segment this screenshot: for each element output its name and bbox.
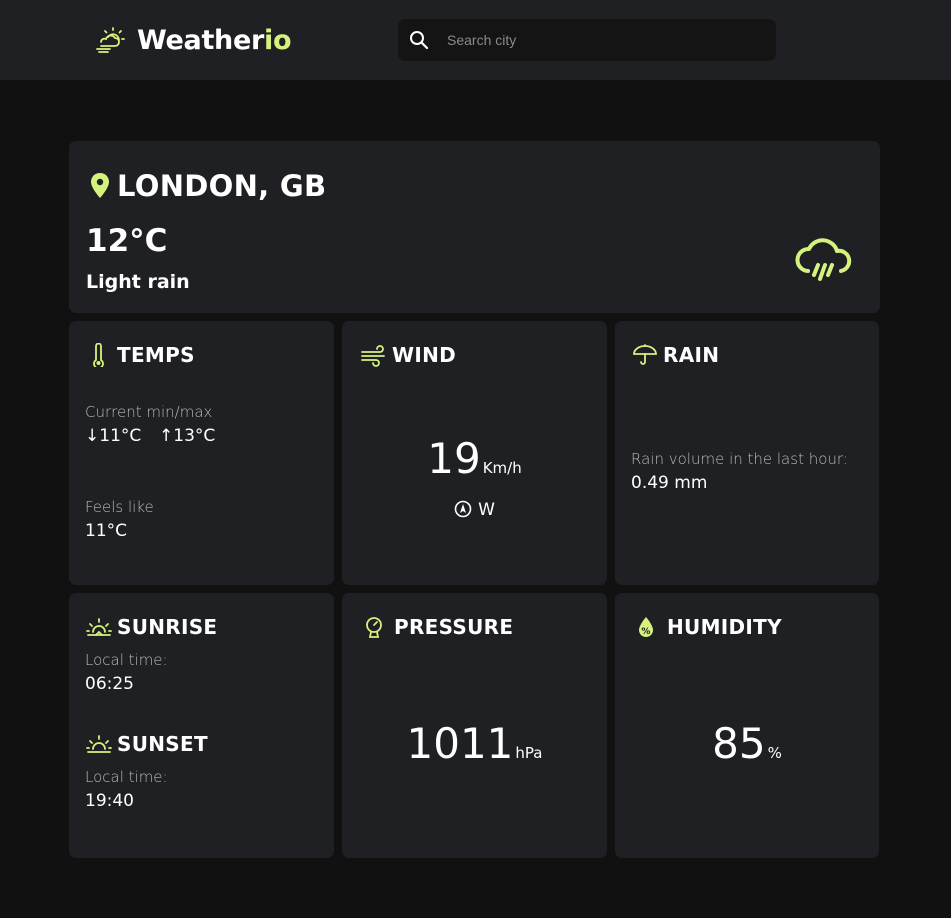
gauge-icon [366,617,382,638]
search-bar[interactable] [398,19,776,61]
wind-title: WIND [360,343,456,367]
top-bar: Weatherio [0,0,951,80]
sunset-label: Local time: [85,768,168,786]
sunrise-title: SUNRISE [85,615,217,639]
temps-card: TEMPS Current min/max ↓11°C ↑13°C Feels … [69,321,334,585]
humidity-card: % HUMIDITY 85% [615,593,879,858]
umbrella-icon [633,344,657,365]
sunset-icon [86,735,112,753]
min-temperature: ↓11°C [85,426,142,446]
pressure-card: PRESSURE 1011 hPa [342,593,607,858]
location-name: LONDON, GB [117,169,327,203]
pressure-reading: 1011 hPa [406,719,543,768]
sunrise-label: Local time: [85,651,168,669]
rain-card: RAIN Rain volume in the last hour: 0.49 … [615,321,879,585]
feels-like-value: 11°C [85,521,128,541]
brand-name: Weatherio [137,24,292,56]
rain-cloud-icon [795,238,852,281]
humidity-reading: 85% [712,719,782,768]
sun-card: SUNRISE Local time: 06:25 SUNSET Local t… [69,593,334,858]
search-input[interactable] [447,25,776,55]
humidity-title: % HUMIDITY [635,615,782,639]
wind-card: WIND 19 Km/h W [342,321,607,585]
wind-speed: 19 Km/h [427,434,522,483]
humidity-drop-icon: % [639,617,653,637]
brand-logo[interactable]: Weatherio [95,22,292,58]
wind-direction: W [342,500,607,520]
sunset-time: 19:40 [85,791,134,811]
thermometer-icon [93,343,104,367]
sun-cloud-icon [96,27,125,53]
compass-icon [454,500,472,518]
search-icon[interactable] [409,30,429,50]
rain-volume-value: 0.49 mm [631,473,708,493]
max-temperature: ↑13°C [159,426,216,446]
rain-volume-label: Rain volume in the last hour: [631,450,848,468]
current-temperature: 12°C [86,223,168,259]
wind-icon [361,345,385,367]
sunrise-icon [86,618,112,636]
location-heading: LONDON, GB [89,169,326,203]
location-pin-icon [91,173,109,198]
minmax-label: Current min/max [85,403,213,421]
svg-text:%: % [641,627,650,637]
temps-title: TEMPS [85,343,195,367]
rain-title: RAIN [631,343,719,367]
sunrise-time: 06:25 [85,674,134,694]
current-weather-card: LONDON, GB 12°C Light rain [69,141,880,313]
pressure-title: PRESSURE [362,615,513,639]
weather-description: Light rain [86,271,190,293]
sunset-title: SUNSET [85,732,208,756]
feels-like-label: Feels like [85,498,154,516]
